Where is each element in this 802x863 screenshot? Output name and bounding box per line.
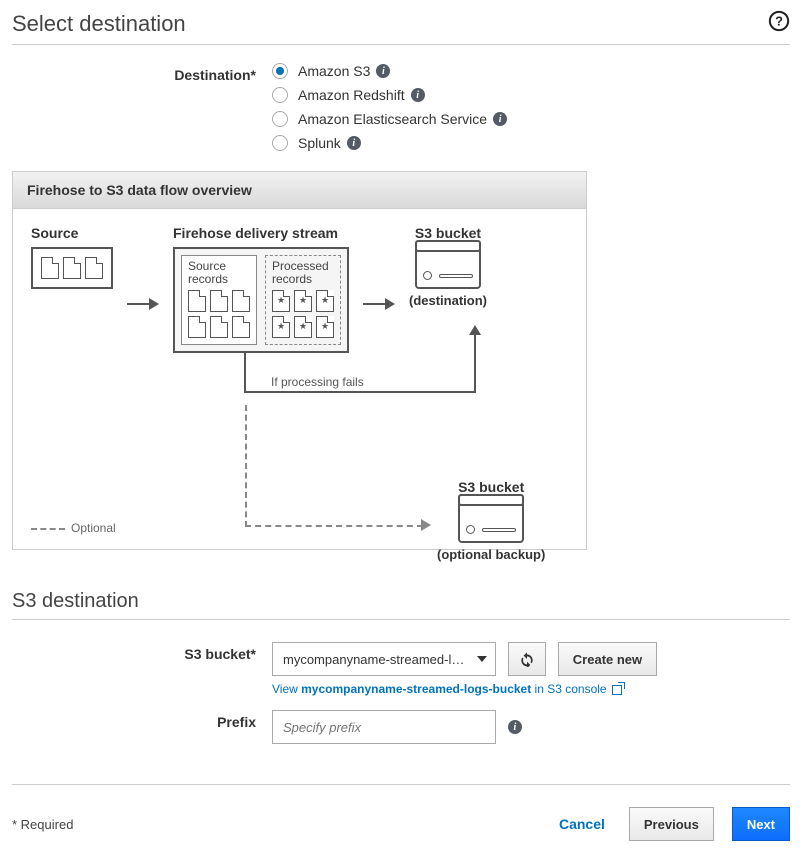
fail-text: If processing fails [271,375,364,389]
source-records-label: Sourcerecords [188,260,250,286]
external-link-icon [612,685,622,695]
s3-bucket-label: S3 bucket* [12,642,272,696]
radio-label: Amazon S3 [298,63,370,79]
refresh-button[interactable] [508,642,546,676]
document-star-icon [294,290,312,312]
document-star-icon [316,290,334,312]
arrow-right-icon [363,292,395,316]
help-icon[interactable]: ? [768,10,790,38]
diagram-dest-bucket: S3 bucket (destination) [409,225,487,308]
page-title: Select destination [12,11,186,37]
diagram-backup-bucket: S3 bucket (optional backup) [437,479,545,562]
cancel-link[interactable]: Cancel [559,816,605,832]
radio-label: Splunk [298,135,341,151]
radio-amazon-s3[interactable]: Amazon S3 i [272,63,790,79]
prefix-label: Prefix [12,710,272,744]
radio-icon [272,63,288,79]
diagram-legend: Optional [31,521,116,535]
footer: * Required Cancel Previous Next [12,784,790,841]
info-icon[interactable]: i [508,720,522,734]
radio-label: Amazon Elasticsearch Service [298,111,487,127]
dest-caption: (destination) [409,293,487,308]
s3-bucket-value: mycompanyname-streamed-log… [283,652,471,667]
s3-label: S3 bucket [409,225,487,241]
refresh-icon [519,651,535,667]
bucket-icon [458,501,524,543]
info-icon[interactable]: i [376,64,390,78]
s3-bucket-select[interactable]: mycompanyname-streamed-log… [272,642,496,676]
previous-button[interactable]: Previous [629,807,714,841]
source-label: Source [31,225,113,241]
document-star-icon [272,316,290,338]
arrow-right-icon [127,292,159,316]
document-icon [232,316,250,338]
chevron-down-icon [477,656,487,662]
prefix-input[interactable] [272,710,496,744]
source-records-group: Sourcerecords [181,255,257,345]
document-icon [63,257,81,279]
document-icon [85,257,103,279]
prefix-row: Prefix i [12,710,790,744]
s3-bucket-row: S3 bucket* mycompanyname-streamed-log… C… [12,642,790,696]
info-icon[interactable]: i [411,88,425,102]
processed-records-group: Processedrecords [265,255,341,345]
svg-text:?: ? [775,14,783,29]
document-icon [210,316,228,338]
diagram-fds: Firehose delivery stream Sourcerecords [173,225,349,353]
radio-icon [272,111,288,127]
document-star-icon [316,316,334,338]
diagram-panel: Firehose to S3 data flow overview Source… [12,171,587,550]
document-icon [188,316,206,338]
radio-splunk[interactable]: Splunk i [272,135,790,151]
document-star-icon [272,290,290,312]
diagram-title: Firehose to S3 data flow overview [13,172,586,209]
radio-icon [272,135,288,151]
diagram-source: Source [31,225,113,289]
destination-label: Destination* [12,63,272,159]
info-icon[interactable]: i [347,136,361,150]
s3-label: S3 bucket [437,479,545,495]
create-new-button[interactable]: Create new [558,642,657,676]
bucket-icon [415,247,481,289]
document-icon [188,290,206,312]
document-icon [41,257,59,279]
destination-options: Amazon S3 i Amazon Redshift i Amazon Ela… [272,63,790,159]
radio-label: Amazon Redshift [298,87,405,103]
backup-caption: (optional backup) [437,547,545,562]
fds-label: Firehose delivery stream [173,225,349,241]
document-icon [232,290,250,312]
next-button[interactable]: Next [732,807,790,841]
required-note: * Required [12,817,73,832]
s3-destination-heading: S3 destination [12,590,790,620]
destination-row: Destination* Amazon S3 i Amazon Redshift… [12,63,790,159]
processed-records-label: Processedrecords [272,260,334,286]
diagram-body: Source Firehose delivery stream Sourcere… [13,209,586,549]
document-icon [210,290,228,312]
radio-amazon-redshift[interactable]: Amazon Redshift i [272,87,790,103]
fds-box: Sourcerecords Processedrecor [173,247,349,353]
radio-icon [272,87,288,103]
document-star-icon [294,316,312,338]
view-in-console-link[interactable]: View mycompanyname-streamed-logs-bucket … [272,682,790,696]
source-box [31,247,113,289]
info-icon[interactable]: i [493,112,507,126]
radio-amazon-es[interactable]: Amazon Elasticsearch Service i [272,111,790,127]
page-header: Select destination ? [12,10,790,45]
